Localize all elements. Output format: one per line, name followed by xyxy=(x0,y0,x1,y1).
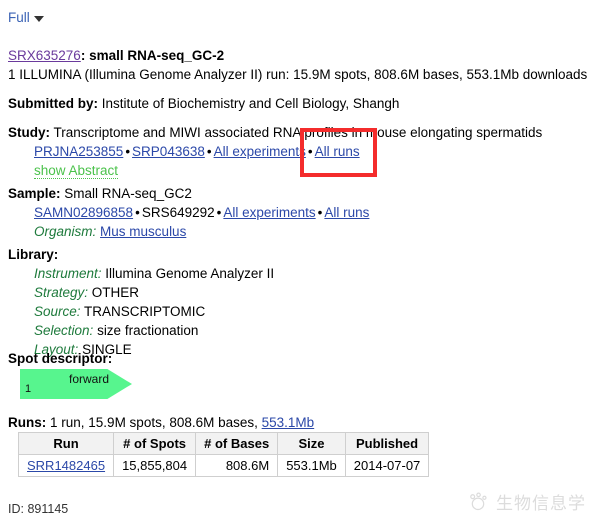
display-mode-label[interactable]: Full xyxy=(8,10,30,25)
submitted-by-line: Submitted by: Institute of Biochemistry … xyxy=(8,94,588,113)
cell-spots: 15,855,804 xyxy=(113,454,197,477)
runs-summary-line: Runs: 1 run, 15.9M spots, 808.6M bases, … xyxy=(8,415,314,430)
library-field: Strategy: OTHER xyxy=(8,283,588,302)
library-field-name: Instrument: xyxy=(34,266,102,281)
runs-size-link[interactable]: 553.1Mb xyxy=(262,415,315,430)
submitted-by-value: Institute of Biochemistry and Cell Biolo… xyxy=(101,96,400,111)
column-header-published[interactable]: Published xyxy=(344,432,430,455)
study-links: PRJNA253855 • SRP043638 • All experiments • Al… xyxy=(8,142,588,161)
library-field-value: OTHER xyxy=(91,285,140,300)
chevron-down-icon[interactable] xyxy=(33,16,44,22)
study-srp-link[interactable]: SRP043638 xyxy=(132,144,205,159)
sample-biosample-link[interactable]: SAMN02896858 xyxy=(34,205,133,220)
table-row: SRR1482465 15,855,804 808.6M 553.1Mb 201… xyxy=(17,454,430,477)
column-header-spots[interactable]: # of Spots xyxy=(113,432,197,455)
cell-run: SRR1482465 xyxy=(17,454,115,477)
study-bioproject-link[interactable]: PRJNA253855 xyxy=(34,144,123,159)
library-field: Source: TRANSCRIPTOMIC xyxy=(8,302,588,321)
dot-separator: • xyxy=(135,205,140,220)
dot-separator: • xyxy=(307,144,313,159)
spot-descriptor-read-arrow: forward 1 xyxy=(20,369,132,399)
sample-title-line: Sample: Small RNA-seq_GC2 xyxy=(8,184,588,203)
study-all-experiments-link[interactable]: All experiments xyxy=(214,144,306,159)
column-header-run[interactable]: Run xyxy=(17,432,115,455)
experiment-title: small RNA-seq_GC-2 xyxy=(89,48,225,63)
study-title-line: Study: Transcriptome and MIWI associated… xyxy=(8,123,588,142)
library-field-value: Illumina Genome Analyzer II xyxy=(105,266,275,281)
organism-label: Organism: xyxy=(34,224,97,239)
sample-title: Small RNA-seq_GC2 xyxy=(64,186,192,201)
read-index-label: 1 xyxy=(25,383,32,395)
paw-circle-icon xyxy=(470,492,487,510)
watermark: 生物信息学 xyxy=(467,489,586,514)
table-header-row: Run # of Spots # of Bases Size Published xyxy=(17,432,430,455)
study-label: Study: xyxy=(8,125,50,140)
sample-srs-value: SRS649292 xyxy=(141,205,215,220)
study-all-runs-link[interactable]: All runs xyxy=(315,144,360,159)
organism-link[interactable]: Mus musculus xyxy=(100,224,186,239)
library-field-name: Selection: xyxy=(34,323,94,338)
dot-separator: • xyxy=(206,144,212,159)
library-field-name: Source: xyxy=(34,304,81,319)
title-separator: : xyxy=(80,48,90,63)
experiment-record: SRX635276: small RNA-seq_GC-2 1 ILLUMINA… xyxy=(8,46,588,359)
runs-label: Runs: xyxy=(8,415,47,430)
record-id-text: ID: 891145 xyxy=(8,502,69,516)
record-title-line: SRX635276: small RNA-seq_GC-2 xyxy=(8,46,588,65)
show-abstract-toggle[interactable]: show Abstract xyxy=(34,163,119,179)
library-field: Instrument: Illumina Genome Analyzer II xyxy=(8,264,588,283)
library-section-label: Library: xyxy=(8,245,588,264)
column-header-size[interactable]: Size xyxy=(277,432,346,455)
submitted-by-label: Submitted by: xyxy=(8,96,98,111)
library-field-value: size fractionation xyxy=(97,323,199,338)
library-field-name: Strategy: xyxy=(34,285,89,300)
display-mode-selector[interactable]: Full xyxy=(8,10,44,25)
dot-separator: • xyxy=(125,144,131,159)
runs-table: Run # of Spots # of Bases Size Published… xyxy=(17,432,430,477)
experiment-accession-link[interactable]: SRX635276 xyxy=(8,48,81,63)
runs-summary-text: 1 run, 15.9M spots, 808.6M bases, xyxy=(50,415,262,430)
sample-all-runs-link[interactable]: All runs xyxy=(324,205,369,220)
sample-label: Sample: xyxy=(8,186,61,201)
experiment-summary: 1 ILLUMINA (Illumina Genome Analyzer II)… xyxy=(8,67,588,82)
sample-links: SAMN02896858 • SRS649292 • All experiments • A… xyxy=(8,203,588,222)
spot-descriptor-label: Spot descriptor: xyxy=(8,351,113,366)
run-accession-link[interactable]: SRR1482465 xyxy=(27,458,105,473)
cell-bases: 808.6M xyxy=(195,454,279,477)
library-label: Library: xyxy=(8,247,59,262)
watermark-text: 生物信息学 xyxy=(496,494,586,514)
library-field: Selection: size fractionation xyxy=(8,321,588,340)
column-header-bases[interactable]: # of Bases xyxy=(195,432,279,455)
study-title: Transcriptome and MIWI associated RNA pr… xyxy=(53,125,543,140)
organism-row: Organism: Mus musculus xyxy=(8,222,588,241)
cell-size: 553.1Mb xyxy=(277,454,346,477)
read-orientation-label: forward xyxy=(69,372,110,386)
cell-published: 2014-07-07 xyxy=(344,454,430,477)
sample-all-experiments-link[interactable]: All experiments xyxy=(223,205,315,220)
show-abstract-row: show Abstract xyxy=(8,161,588,180)
library-field-value: TRANSCRIPTOMIC xyxy=(84,304,206,319)
